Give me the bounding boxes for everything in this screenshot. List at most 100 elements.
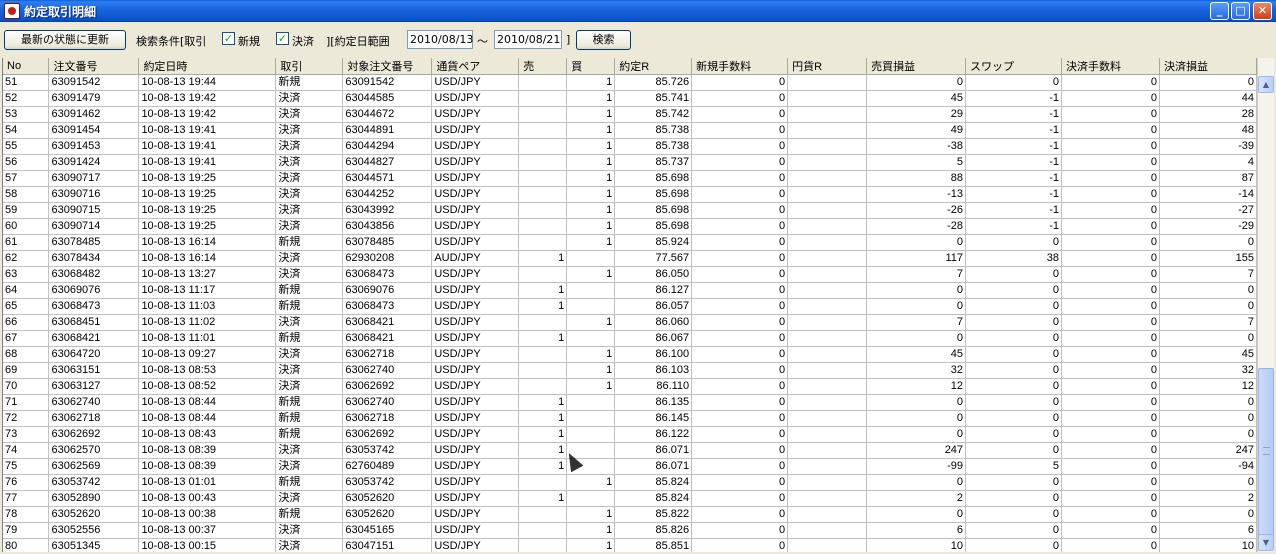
settle-checkbox[interactable]: ✓: [276, 32, 289, 45]
table-cell: -1: [965, 122, 1062, 139]
table-cell: 0: [1061, 218, 1160, 235]
table-cell: [518, 362, 568, 379]
table-cell: 67: [3, 330, 50, 347]
column-header[interactable]: 注文番号: [48, 58, 140, 75]
table-cell: 決済: [275, 154, 344, 171]
table-cell: 0: [691, 458, 789, 475]
table-row[interactable]: 61 63078485 10-08-13 16:14 新規 63078485 USD/JP…: [3, 234, 1257, 251]
table-cell: 0: [1061, 282, 1160, 299]
table-cell: 86.060: [614, 314, 693, 331]
column-header[interactable]: 約定R: [614, 58, 693, 75]
table-cell: [787, 138, 868, 155]
table-row[interactable]: 69 63063151 10-08-13 08:53 決済 63062740 USD/JP…: [3, 362, 1257, 379]
table-row[interactable]: 60 63090714 10-08-13 19:25 決済 63043856 USD/JP…: [3, 218, 1257, 235]
column-header[interactable]: No: [3, 58, 50, 75]
table-row[interactable]: 52 63091479 10-08-13 19:42 決済 63044585 USD/JP…: [3, 90, 1257, 107]
table-cell: USD/JPY: [431, 266, 520, 283]
column-header[interactable]: 売: [518, 58, 568, 75]
vertical-scrollbar[interactable]: ▲ ▼: [1257, 58, 1274, 552]
table-row[interactable]: 63 63068482 10-08-13 13:27 決済 63068473 USD/JP…: [3, 266, 1257, 283]
table-cell: [518, 538, 568, 552]
new-checkbox[interactable]: ✓: [222, 32, 235, 45]
table-row[interactable]: 72 63062718 10-08-13 08:44 新規 63062718 USD/JP…: [3, 410, 1257, 427]
table-cell: 10-08-13 08:39: [138, 442, 277, 459]
table-row[interactable]: 57 63090717 10-08-13 19:25 決済 63044571 USD/JP…: [3, 170, 1257, 187]
table-cell: [518, 506, 568, 523]
table-cell: 決済: [275, 346, 344, 363]
column-header[interactable]: 買: [566, 58, 616, 75]
column-header[interactable]: スワップ: [965, 58, 1062, 75]
column-header[interactable]: 決済損益: [1159, 58, 1257, 75]
table-row[interactable]: 78 63052620 10-08-13 00:38 新規 63052620 USD/JP…: [3, 506, 1257, 523]
table-row[interactable]: 51 63091542 10-08-13 19:44 新規 63091542 USD/JP…: [3, 74, 1257, 91]
table-row[interactable]: 58 63090716 10-08-13 19:25 決済 63044252 USD/JP…: [3, 186, 1257, 203]
table-row[interactable]: 70 63063127 10-08-13 08:52 決済 63062692 USD/JP…: [3, 378, 1257, 395]
date-to-input[interactable]: 2010/08/21: [494, 30, 562, 49]
scroll-down-icon[interactable]: ▼: [1258, 534, 1274, 551]
table-cell: 0: [965, 314, 1062, 331]
table-row[interactable]: 64 63069076 10-08-13 11:17 新規 63069076 USD/JP…: [3, 282, 1257, 299]
table-row[interactable]: 75 63062569 10-08-13 08:39 決済 62760489 USD/JP…: [3, 458, 1257, 475]
table-cell: [787, 122, 868, 139]
table-cell: [518, 122, 568, 139]
minimize-button[interactable]: _: [1210, 2, 1229, 20]
column-header[interactable]: 通貨ペア: [431, 58, 520, 75]
table-cell: 85.737: [614, 154, 693, 171]
table-row[interactable]: 67 63068421 10-08-13 11:01 新規 63068421 USD/JP…: [3, 330, 1257, 347]
table-cell: [787, 186, 868, 203]
table-cell: 7: [1159, 266, 1257, 283]
table-cell: [518, 106, 568, 123]
table-row[interactable]: 59 63090715 10-08-13 19:25 決済 63043992 USD/JP…: [3, 202, 1257, 219]
table-cell: USD/JPY: [431, 90, 520, 107]
date-from-input[interactable]: 2010/08/13: [407, 30, 473, 49]
table-cell: 63047151: [342, 538, 433, 552]
table-row[interactable]: 77 63052890 10-08-13 00:43 決済 63052620 USD/JP…: [3, 490, 1257, 507]
table-cell: 1: [518, 394, 568, 411]
column-header[interactable]: 取引: [275, 58, 344, 75]
table-row[interactable]: 56 63091424 10-08-13 19:41 決済 63044827 USD/JP…: [3, 154, 1257, 171]
table-cell: -1: [965, 90, 1062, 107]
table-row[interactable]: 74 63062570 10-08-13 08:39 決済 63053742 USD/JP…: [3, 442, 1257, 459]
table-cell: 10-08-13 19:41: [138, 122, 277, 139]
scroll-thumb[interactable]: [1258, 368, 1274, 536]
table-cell: -94: [1159, 458, 1257, 475]
trade-grid[interactable]: No 注文番号 約定日時 取引 対象注文番号 通貨ペア売買約定R 新規手数料 円貨R 売買損益ス…: [2, 58, 1257, 552]
table-cell: 決済: [275, 522, 344, 539]
table-row[interactable]: 76 63053742 10-08-13 01:01 新規 63053742 USD/JP…: [3, 474, 1257, 491]
table-row[interactable]: 66 63068451 10-08-13 11:02 決済 63068421 USD/JP…: [3, 314, 1257, 331]
table-cell: 62760489: [342, 458, 433, 475]
table-cell: 12: [1159, 378, 1257, 395]
table-row[interactable]: 68 63064720 10-08-13 09:27 決済 63062718 USD/JP…: [3, 346, 1257, 363]
column-header[interactable]: 対象注文番号: [342, 58, 433, 75]
column-header[interactable]: 円貨R: [787, 58, 868, 75]
table-cell: [787, 250, 868, 267]
table-cell: 63044252: [342, 186, 433, 203]
table-row[interactable]: 65 63068473 10-08-13 11:03 新規 63068473 USD/JP…: [3, 298, 1257, 315]
table-row[interactable]: 73 63062692 10-08-13 08:43 新規 63062692 USD/JP…: [3, 426, 1257, 443]
table-row[interactable]: 71 63062740 10-08-13 08:44 新規 63062740 USD/JP…: [3, 394, 1257, 411]
table-cell: 決済: [275, 202, 344, 219]
table-cell: 0: [691, 378, 789, 395]
close-button[interactable]: ✕: [1253, 2, 1272, 20]
column-header[interactable]: 約定日時: [138, 58, 277, 75]
column-header[interactable]: 新規手数料: [691, 58, 789, 75]
table-row[interactable]: 53 63091462 10-08-13 19:42 決済 63044672 USD/JP…: [3, 106, 1257, 123]
search-button[interactable]: 検索: [576, 30, 631, 50]
column-header[interactable]: 決済手数料: [1061, 58, 1160, 75]
column-header[interactable]: 売買損益: [866, 58, 967, 75]
table-row[interactable]: 62 63078434 10-08-13 16:14 決済 62930208 AUD/JP…: [3, 250, 1257, 267]
refresh-button[interactable]: 最新の状態に更新: [4, 30, 126, 50]
table-cell: 0: [691, 426, 789, 443]
table-cell: 63090717: [48, 170, 140, 187]
scroll-up-icon[interactable]: ▲: [1258, 76, 1274, 93]
table-row[interactable]: 55 63091453 10-08-13 19:41 決済 63044294 USD/JP…: [3, 138, 1257, 155]
maximize-button[interactable]: □: [1231, 2, 1250, 20]
table-row[interactable]: 79 63052556 10-08-13 00:37 決済 63045165 USD/JP…: [3, 522, 1257, 539]
table-cell: 63078434: [48, 250, 140, 267]
table-row[interactable]: 54 63091454 10-08-13 19:41 決済 63044891 USD/JP…: [3, 122, 1257, 139]
table-cell: 63044585: [342, 90, 433, 107]
table-row[interactable]: 80 63051345 10-08-13 00:15 決済 63047151 USD/JP…: [3, 538, 1257, 552]
table-cell: 63068421: [48, 330, 140, 347]
table-cell: 1: [518, 442, 568, 459]
table-cell: 決済: [275, 538, 344, 552]
